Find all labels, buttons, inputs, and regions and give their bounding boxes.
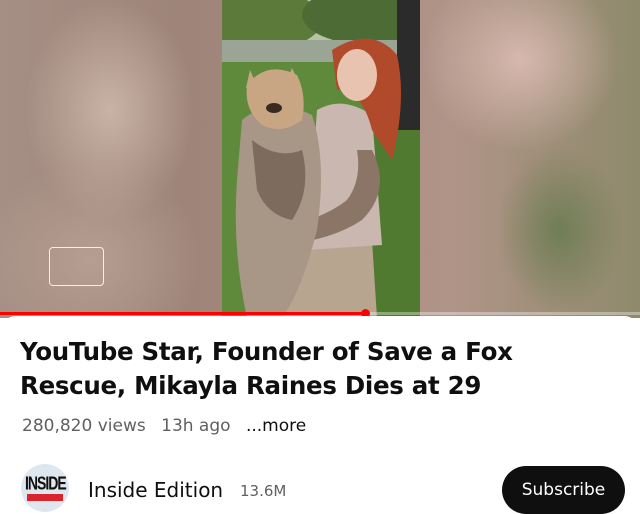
progress-fill: [0, 312, 365, 315]
video-metadata[interactable]: 280,820 views 13h ago ...more: [22, 416, 306, 436]
channel-name[interactable]: Inside Edition: [88, 478, 223, 502]
video-thumbnail-image: [222, 0, 420, 318]
video-title[interactable]: YouTube Star, Founder of Save a Fox Resc…: [20, 335, 610, 403]
captions-icon[interactable]: [49, 247, 104, 286]
video-player[interactable]: [0, 0, 640, 318]
subscribe-button[interactable]: Subscribe: [502, 466, 625, 514]
view-count: 280,820 views: [22, 416, 146, 436]
channel-avatar[interactable]: INSIDE: [21, 464, 69, 512]
progress-bar[interactable]: [0, 309, 640, 318]
more-link[interactable]: ...more: [246, 416, 306, 436]
avatar-logo-bar: [27, 494, 63, 501]
video-info-panel: YouTube Star, Founder of Save a Fox Resc…: [0, 316, 640, 514]
subscriber-count: 13.6M: [240, 482, 287, 500]
video-frame: [222, 0, 420, 318]
upload-age: 13h ago: [161, 416, 231, 436]
avatar-logo-text: INSIDE: [25, 472, 67, 494]
